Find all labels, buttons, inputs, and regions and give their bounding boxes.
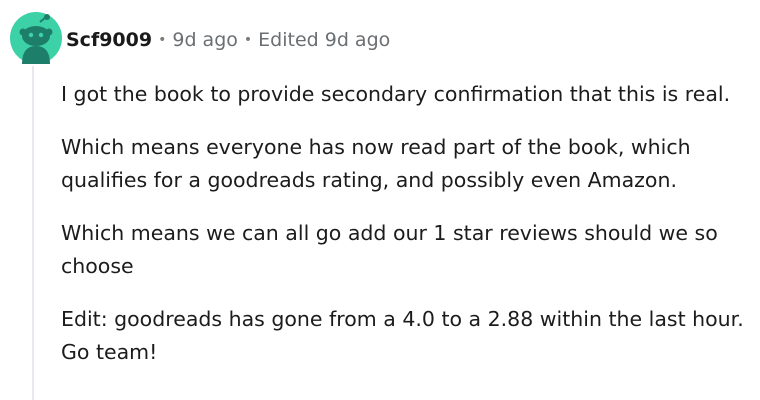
comment-paragraph: Edit: goodreads has gone from a 4.0 to a… [61, 307, 744, 364]
user-avatar[interactable] [10, 12, 62, 64]
comment-meta: Scf9009 • 9d ago • Edited 9d ago [66, 26, 390, 54]
comment: Scf9009 • 9d ago • Edited 9d ago I got t… [0, 0, 760, 400]
comment-paragraph: I got the book to provide secondary conf… [61, 82, 731, 106]
comment-body: I got the book to provide secondary conf… [61, 78, 751, 389]
comment-paragraph: Which means everyone has now read part o… [61, 135, 691, 192]
comment-paragraph: Which means we can all go add our 1 star… [61, 221, 718, 278]
edited-time: Edited 9d ago [258, 29, 391, 51]
meta-separator: • [158, 32, 167, 48]
posted-time[interactable]: 9d ago [172, 29, 238, 51]
thread-line[interactable] [32, 66, 34, 400]
author-name[interactable]: Scf9009 [66, 29, 152, 51]
snoo-avatar-icon [10, 12, 62, 64]
meta-separator: • [243, 32, 253, 48]
